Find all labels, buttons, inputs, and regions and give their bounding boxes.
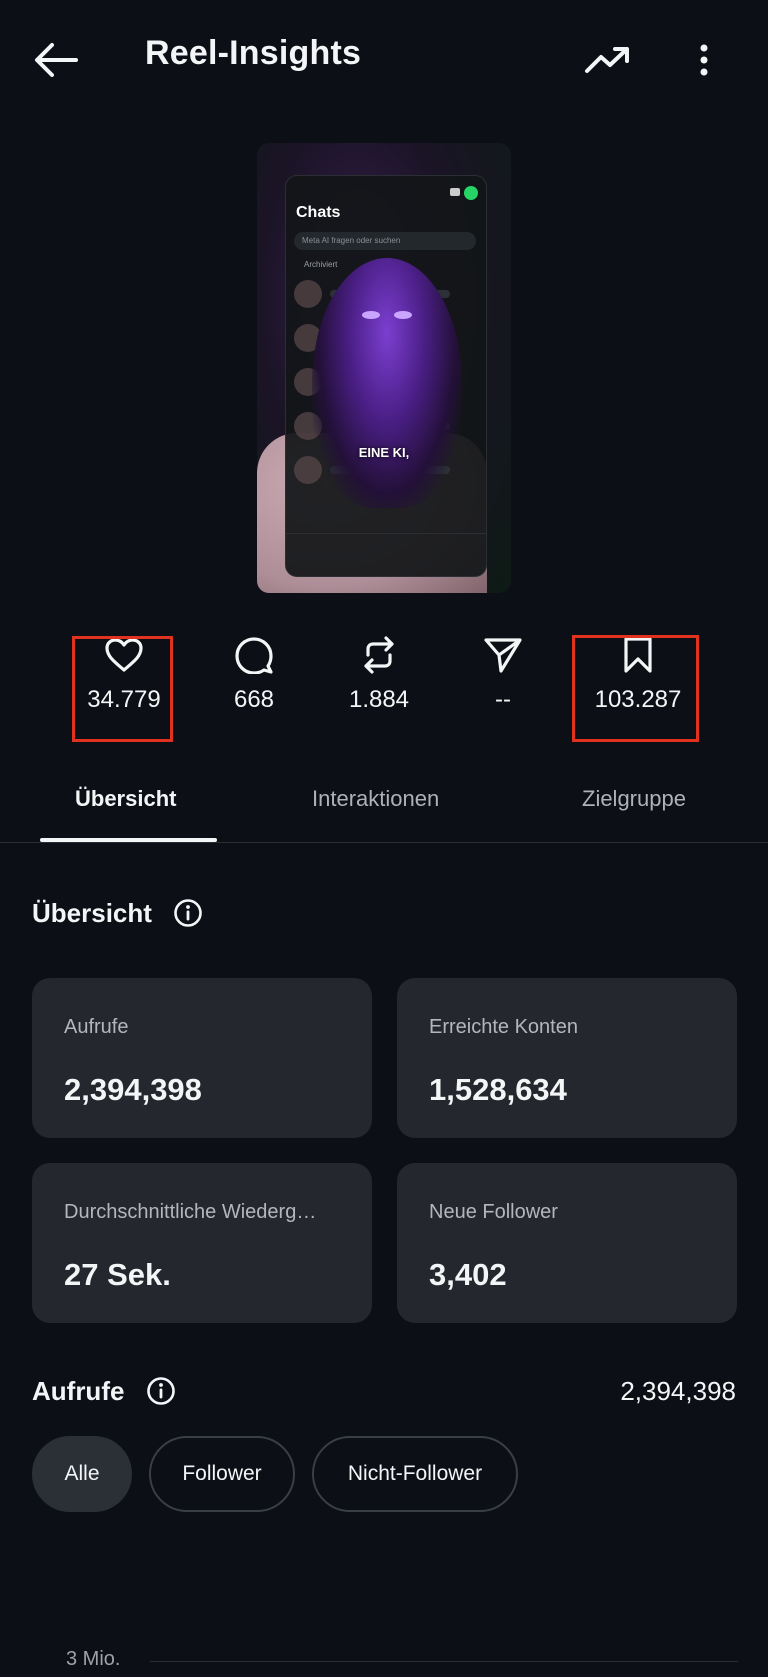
accounts-reached-card[interactable]: Erreichte Konten 1,528,634 bbox=[397, 978, 737, 1138]
avg-watch-time-label: Durchschnittliche Wiederg… bbox=[64, 1201, 317, 1223]
reel-thumbnail[interactable]: Chats Meta AI fragen oder suchen Archivi… bbox=[257, 143, 511, 593]
views-heading: Aufrufe bbox=[32, 1376, 125, 1406]
filter-non-followers-chip[interactable]: Nicht-Follower bbox=[312, 1436, 518, 1512]
thumbnail-chat-avatar bbox=[294, 280, 322, 308]
trend-button[interactable] bbox=[580, 34, 636, 86]
highlight-saves bbox=[572, 635, 699, 742]
new-followers-card[interactable]: Neue Follower 3,402 bbox=[397, 1163, 737, 1323]
filter-all-chip[interactable]: Alle bbox=[32, 1436, 132, 1512]
new-followers-value: 3,402 bbox=[429, 1257, 507, 1292]
more-vertical-icon bbox=[700, 44, 708, 76]
reposts-count: 1.884 bbox=[348, 686, 410, 713]
plus-icon bbox=[464, 186, 478, 200]
views-info-icon[interactable] bbox=[146, 1376, 176, 1406]
views-card-label: Aufrufe bbox=[64, 1016, 129, 1038]
thumbnail-demon-eye bbox=[394, 311, 412, 319]
avg-watch-time-card[interactable]: Durchschnittliche Wiederg… 27 Sek. bbox=[32, 1163, 372, 1323]
overview-heading: Übersicht bbox=[32, 898, 152, 928]
views-card[interactable]: Aufrufe 2,394,398 bbox=[32, 978, 372, 1138]
avg-watch-time-value: 27 Sek. bbox=[64, 1257, 171, 1292]
chart-y-axis-label: 3 Mio. bbox=[66, 1648, 121, 1670]
views-card-value: 2,394,398 bbox=[64, 1072, 202, 1107]
thumbnail-phone-search: Meta AI fragen oder suchen bbox=[294, 232, 476, 250]
active-tab-indicator bbox=[40, 838, 217, 842]
overview-info-icon[interactable] bbox=[173, 898, 203, 928]
thumbnail-caption: EINE KI, bbox=[358, 445, 410, 460]
accounts-reached-value: 1,528,634 bbox=[429, 1072, 567, 1107]
views-total: 2,394,398 bbox=[620, 1376, 736, 1406]
chart-gridline bbox=[150, 1661, 738, 1662]
comments-stat[interactable]: 668 bbox=[199, 630, 309, 740]
comments-count: 668 bbox=[233, 686, 275, 713]
accounts-reached-label: Erreichte Konten bbox=[429, 1016, 578, 1038]
tab-audience[interactable]: Zielgruppe bbox=[582, 786, 686, 812]
shares-count: -- bbox=[495, 686, 511, 713]
reposts-stat[interactable]: 1.884 bbox=[324, 630, 434, 740]
share-icon bbox=[484, 638, 522, 673]
back-button[interactable] bbox=[28, 32, 84, 88]
tab-interactions[interactable]: Interaktionen bbox=[312, 786, 439, 812]
shares-stat[interactable]: -- bbox=[448, 630, 558, 740]
thumbnail-demon-eye bbox=[362, 311, 380, 319]
thumbnail-phone-archived: Archiviert bbox=[304, 260, 338, 269]
thumbnail-demon-figure bbox=[312, 258, 462, 508]
thumbnail-phone-title: Chats bbox=[296, 204, 341, 221]
tab-overview[interactable]: Übersicht bbox=[75, 786, 176, 812]
comment-icon bbox=[235, 637, 273, 674]
highlight-likes bbox=[72, 636, 173, 742]
thumbnail-chat-avatar bbox=[294, 456, 322, 484]
filter-followers-chip[interactable]: Follower bbox=[149, 1436, 295, 1512]
page-title: Reel-Insights bbox=[145, 34, 362, 72]
trending-up-icon bbox=[585, 47, 629, 73]
insights-tabs: Übersicht Interaktionen Zielgruppe bbox=[0, 772, 768, 843]
arrow-left-icon bbox=[35, 43, 78, 77]
header: Reel-Insights bbox=[0, 0, 768, 115]
repost-icon bbox=[364, 636, 394, 674]
more-options-button[interactable] bbox=[680, 32, 728, 88]
thumbnail-phone-tabbar bbox=[286, 533, 486, 576]
reel-insights-page: Reel-Insights Chats Meta AI fragen oder … bbox=[0, 0, 768, 1677]
camera-icon bbox=[450, 188, 460, 196]
new-followers-label: Neue Follower bbox=[429, 1201, 558, 1223]
